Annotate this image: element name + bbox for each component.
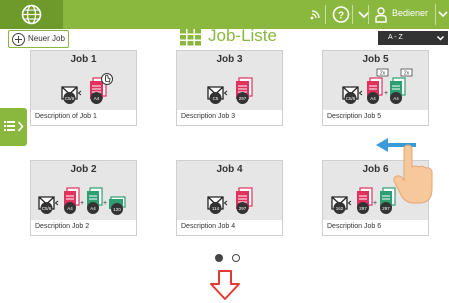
badge-text: 297 <box>239 96 247 101</box>
new-job-button[interactable]: Neuer Job <box>8 30 69 48</box>
chevron-right-icon <box>17 121 24 132</box>
envelope-icon: C5/6 <box>38 196 55 214</box>
job-composition: 114 297 <box>207 187 253 214</box>
list-icon <box>4 121 15 131</box>
badge-text: A4 <box>370 96 376 101</box>
badge-text: A4 <box>67 206 73 211</box>
job-description: Description of Job 1 <box>35 113 97 120</box>
badge-text: C5/6 <box>42 206 52 211</box>
sort-value: A - Z <box>388 34 403 41</box>
user-menu-dropdown[interactable] <box>435 4 449 25</box>
job-composition: C5/6 A4 2x + A4 2x <box>342 68 413 104</box>
multiplier-text: 2x <box>404 71 410 77</box>
job-card-job-3[interactable]: Job 3 C5 297 Description Job 3 <box>176 50 283 126</box>
job-description: Description Job 5 <box>327 113 382 120</box>
job-composition: C5/6 A4 + A4 + 120 <box>38 187 126 215</box>
chevron-down-icon <box>438 11 448 18</box>
svg-text:?: ? <box>338 11 344 22</box>
svg-text:+: + <box>103 200 107 207</box>
insert-document-icon: 297 <box>357 187 373 214</box>
envelope-icon: C5 <box>207 86 224 104</box>
job-card-job-5[interactable]: Job 5 C5/6 A4 2x + A4 2x Description Job… <box>322 50 429 126</box>
insert-document-icon: 297 <box>236 187 253 214</box>
badge-text: 297 <box>359 206 367 211</box>
page-title: Job-Liste <box>208 26 277 45</box>
plus-circle-icon <box>12 33 25 46</box>
badge-text: 114 <box>212 206 220 211</box>
job-card-job-4[interactable]: Job 4 114 297 Description Job 4 <box>176 160 283 236</box>
badge-text: A4 <box>94 96 100 101</box>
badge-text: 162 <box>336 206 344 211</box>
job-name: Job 2 <box>70 164 97 175</box>
badge-text: A4 <box>90 206 96 211</box>
side-panel-toggle[interactable] <box>0 108 27 146</box>
top-bar: ? Bediener <box>0 0 449 29</box>
badge-text: A4 <box>393 96 399 101</box>
job-description: Description Job 4 <box>181 223 236 230</box>
job-name: Job 1 <box>70 54 97 65</box>
svg-text:+: + <box>80 200 84 207</box>
badge-text: C5 <box>213 96 219 101</box>
globe-logo-icon <box>21 4 42 25</box>
job-description: Description Job 2 <box>35 223 90 230</box>
insert-document-icon: A4 <box>64 187 80 214</box>
job-card-job-1[interactable]: Job 1 C5/6 A4 Description of Job 1 <box>30 50 137 126</box>
insert-document-icon: A4 2x <box>390 68 413 104</box>
badge-text: C5/6 <box>65 96 75 101</box>
job-name: Job 3 <box>216 54 243 65</box>
job-description: Description Job 6 <box>327 223 382 230</box>
badge-text: C5/6 <box>346 96 356 101</box>
hand-touch-icon <box>101 73 113 85</box>
user-name[interactable]: Bediener <box>392 8 428 18</box>
job-name: Job 4 <box>216 164 243 175</box>
job-composition: C5 297 <box>207 77 253 104</box>
swipe-gesture-hint <box>376 138 433 204</box>
job-card-job-2[interactable]: Job 2 C5/6 A4 + A4 + 120 Description Job… <box>30 160 137 236</box>
insert-document-icon: 297 <box>236 77 253 104</box>
page-dot-2[interactable] <box>232 254 240 262</box>
job-description: Description Job 3 <box>181 113 236 120</box>
hand-pointer-icon <box>393 144 433 204</box>
insert-document-icon: A4 2x <box>367 68 389 104</box>
svg-text:+: + <box>384 90 388 97</box>
job-composition: C5/6 A4 <box>61 73 113 104</box>
badge-text: 120 <box>113 207 121 212</box>
grid-icon <box>180 29 201 46</box>
help-icon[interactable]: ? <box>330 4 352 25</box>
badge-text: 297 <box>239 206 247 211</box>
chevron-down-icon <box>436 35 445 41</box>
envelope-icon: C5/6 <box>342 86 359 104</box>
page-dot-1[interactable] <box>215 254 223 262</box>
job-name: Job 5 <box>362 54 389 65</box>
reply-envelope-icon: 120 <box>109 196 126 215</box>
sort-dropdown[interactable]: A - Z <box>378 31 448 45</box>
arrow-down-icon <box>210 270 240 300</box>
home-button[interactable] <box>0 0 63 29</box>
wifi-icon <box>310 10 320 20</box>
envelope-icon: 162 <box>331 196 348 214</box>
user-icon[interactable] <box>370 4 392 25</box>
new-job-label: Neuer Job <box>28 34 65 43</box>
envelope-icon: C5/6 <box>61 86 78 104</box>
envelope-icon: 114 <box>207 196 224 214</box>
multiplier-text: 2x <box>380 71 386 77</box>
insert-document-icon: A4 <box>87 187 103 214</box>
